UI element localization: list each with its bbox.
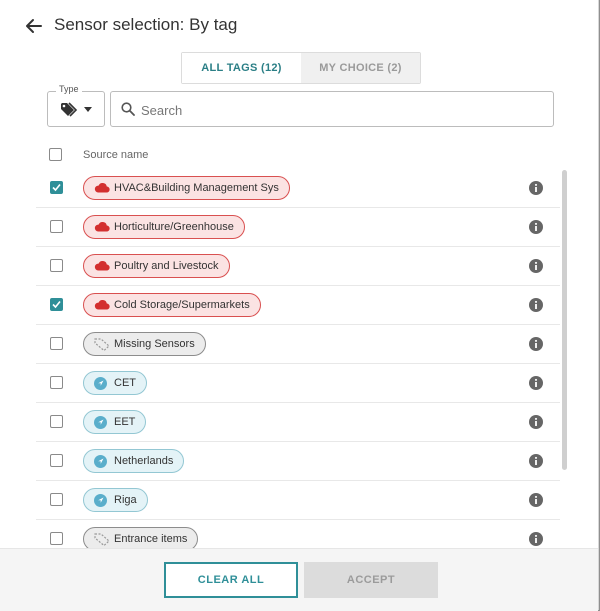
info-icon[interactable] xyxy=(529,493,543,507)
row-checkbox[interactable] xyxy=(50,259,63,272)
info-icon[interactable] xyxy=(529,220,543,234)
tags-icon xyxy=(61,102,78,117)
arrow-left-icon[interactable] xyxy=(24,16,44,36)
info-icon[interactable] xyxy=(529,376,543,390)
tag-chip[interactable]: Horticulture/Greenhouse xyxy=(83,215,245,239)
location-icon xyxy=(94,494,107,507)
list-item: Entrance items xyxy=(36,520,560,548)
list-item: Riga xyxy=(36,481,560,520)
sensor-selection-dialog: Sensor selection: By tag ALL TAGS (12) M… xyxy=(0,0,599,611)
cloud-icon xyxy=(94,299,110,310)
clear-all-button[interactable]: CLEAR ALL xyxy=(164,562,298,598)
info-icon[interactable] xyxy=(529,259,543,273)
select-all-checkbox[interactable] xyxy=(49,148,62,161)
list-item: CET xyxy=(36,364,560,403)
row-checkbox[interactable] xyxy=(50,415,63,428)
info-icon[interactable] xyxy=(529,415,543,429)
tag-label: Horticulture/Greenhouse xyxy=(114,221,234,233)
tag-chip[interactable]: CET xyxy=(83,371,147,395)
chevron-down-icon xyxy=(84,107,92,112)
dashed-tag-icon xyxy=(94,338,110,351)
row-checkbox[interactable] xyxy=(50,493,63,506)
row-checkbox[interactable] xyxy=(50,454,63,467)
tag-label: EET xyxy=(114,416,136,428)
list-item: HVAC&Building Management Sys xyxy=(36,169,560,208)
search-box xyxy=(110,91,554,127)
info-icon[interactable] xyxy=(529,298,543,312)
list-item: Netherlands xyxy=(36,442,560,481)
search-input[interactable] xyxy=(139,98,543,122)
cloud-icon xyxy=(94,260,110,271)
tab-bar: ALL TAGS (12) MY CHOICE (2) xyxy=(181,52,421,84)
tag-label: Cold Storage/Supermarkets xyxy=(114,299,250,311)
tag-chip[interactable]: HVAC&Building Management Sys xyxy=(83,176,290,200)
info-icon[interactable] xyxy=(529,337,543,351)
list-header: Source name xyxy=(49,148,559,164)
dialog-footer: CLEAR ALL ACCEPT xyxy=(0,548,598,611)
tag-label: Poultry and Livestock xyxy=(114,260,219,272)
column-header-source-name: Source name xyxy=(83,149,149,161)
tab-my-choice[interactable]: MY CHOICE (2) xyxy=(301,53,420,83)
accept-button[interactable]: ACCEPT xyxy=(304,562,438,598)
dashed-tag-icon xyxy=(94,533,110,546)
cloud-icon xyxy=(94,182,110,193)
info-icon[interactable] xyxy=(529,454,543,468)
tab-all-tags[interactable]: ALL TAGS (12) xyxy=(182,53,301,83)
tag-chip[interactable]: Cold Storage/Supermarkets xyxy=(83,293,261,317)
info-icon[interactable] xyxy=(529,532,543,546)
page-title: Sensor selection: By tag xyxy=(54,15,238,34)
type-label: Type xyxy=(56,84,82,94)
list-item: Cold Storage/Supermarkets xyxy=(36,286,560,325)
search-icon xyxy=(121,102,135,116)
tag-chip[interactable]: Riga xyxy=(83,488,148,512)
tag-label: Netherlands xyxy=(114,455,174,467)
tag-chip[interactable]: Netherlands xyxy=(83,449,185,473)
tag-label: Riga xyxy=(114,494,137,506)
tag-label: CET xyxy=(114,377,136,389)
tag-chip[interactable]: Poultry and Livestock xyxy=(83,254,230,278)
tag-list: HVAC&Building Management Sys Horticultur… xyxy=(36,169,560,548)
row-checkbox[interactable] xyxy=(50,298,63,311)
row-checkbox[interactable] xyxy=(50,220,63,233)
dialog-header: Sensor selection: By tag xyxy=(0,0,598,52)
tag-label: Missing Sensors xyxy=(114,338,195,350)
row-checkbox[interactable] xyxy=(50,376,63,389)
tag-label: HVAC&Building Management Sys xyxy=(114,182,279,194)
list-item: EET xyxy=(36,403,560,442)
location-icon xyxy=(94,416,107,429)
list-item: Missing Sensors xyxy=(36,325,560,364)
tag-chip[interactable]: Missing Sensors xyxy=(83,332,206,356)
type-select[interactable]: Type xyxy=(47,84,105,127)
location-icon xyxy=(94,455,107,468)
row-checkbox[interactable] xyxy=(50,532,63,545)
tag-chip[interactable]: Entrance items xyxy=(83,527,199,548)
tag-chip[interactable]: EET xyxy=(83,410,147,434)
list-scrollbar[interactable] xyxy=(562,170,567,470)
row-checkbox[interactable] xyxy=(50,181,63,194)
info-icon[interactable] xyxy=(529,181,543,195)
location-icon xyxy=(94,377,107,390)
tag-label: Entrance items xyxy=(114,533,188,545)
list-item: Horticulture/Greenhouse xyxy=(36,208,560,247)
cloud-icon xyxy=(94,221,110,232)
list-item: Poultry and Livestock xyxy=(36,247,560,286)
row-checkbox[interactable] xyxy=(50,337,63,350)
